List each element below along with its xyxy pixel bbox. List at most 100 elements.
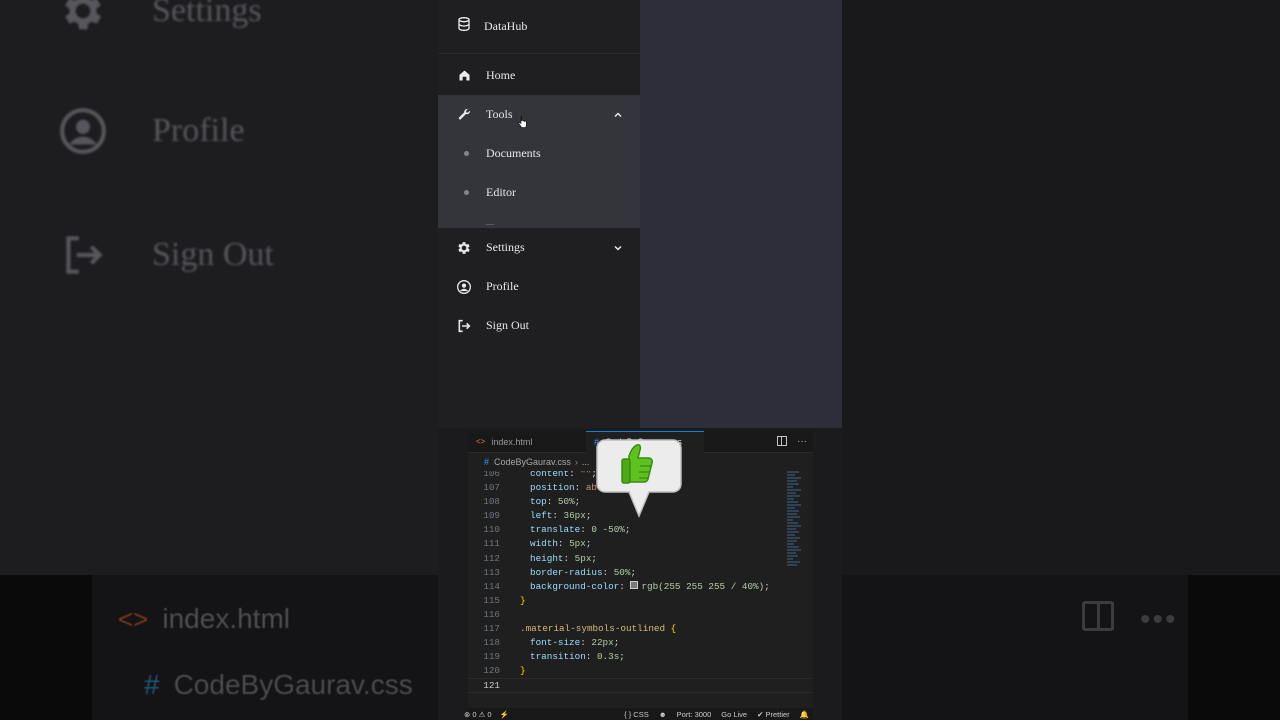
minimap[interactable] — [787, 471, 807, 571]
problems-status[interactable]: ⊗ 0 ⚠ 0 — [464, 710, 492, 719]
css-property: height — [530, 552, 564, 564]
chevron-up-icon[interactable] — [612, 108, 624, 120]
breadcrumb-more[interactable]: ... — [582, 457, 590, 467]
line-number: 106 — [483, 471, 500, 479]
line-number: 119 — [483, 651, 500, 663]
css-value: 0.3s — [596, 651, 620, 663]
line-number: 107 — [483, 482, 500, 494]
code-line: 120} — [468, 664, 813, 678]
more-icon: ••• — [1140, 603, 1178, 636]
status-right: { } CSS ☻ Port: 3000 Go Live ✔ Prettier … — [624, 710, 813, 719]
submenu-clipped-glyph: — — [486, 219, 494, 228]
breadcrumb-file[interactable]: CodeByGaurav.css — [494, 457, 571, 467]
code-line-current: 121 — [468, 678, 813, 693]
account-circle-icon — [456, 279, 472, 295]
line-number: 117 — [483, 623, 500, 635]
sidebar-item-label: Profile — [486, 279, 519, 293]
more-actions-icon[interactable]: ··· — [797, 436, 807, 447]
submenu-item-documents[interactable]: Documents — [438, 134, 640, 173]
color-swatch[interactable] — [630, 581, 639, 590]
css-property: font-size — [530, 637, 581, 649]
wrench-icon — [456, 107, 472, 123]
tools-submenu: Documents Editor — — [438, 134, 640, 228]
copilot-icon[interactable]: ☻ — [659, 710, 667, 719]
css-value: rgb(255 255 255 / 40%) — [641, 580, 765, 592]
css-selector: .material-symbols-outlined — [520, 623, 666, 635]
code-line: 117 .material-symbols-outlined { — [468, 622, 813, 636]
sidebar-item-settings[interactable]: Settings — [438, 228, 640, 267]
sidebar-brand[interactable]: DataHub — [438, 0, 640, 54]
line-number: 112 — [483, 552, 500, 564]
notifications-icon[interactable]: 🔔 — [800, 710, 809, 719]
sidebar-item-home[interactable]: Home — [438, 56, 640, 95]
gear-icon — [58, 0, 108, 36]
background-item-label: Settings — [152, 0, 262, 29]
sidebar-item-label: Sign Out — [486, 318, 530, 332]
css-property: content — [530, 471, 570, 479]
go-live-button[interactable]: Go Live — [721, 710, 747, 719]
code-line: 115} — [468, 594, 813, 608]
html-tag-icon: <> — [476, 437, 486, 446]
submenu-item-label: Editor — [486, 185, 516, 199]
chevron-down-icon[interactable] — [612, 241, 624, 253]
line-number: 116 — [483, 608, 500, 620]
prettier-status[interactable]: ✔ Prettier — [757, 710, 790, 719]
sidebar-item-label: Tools — [486, 107, 513, 121]
sidebar-item-signout[interactable]: Sign Out — [438, 306, 640, 345]
line-number: 111 — [483, 538, 500, 550]
css-property: background-color — [530, 580, 620, 592]
language-status[interactable]: { } CSS — [624, 710, 649, 719]
line-number: 109 — [483, 510, 500, 522]
editor-actions: ··· — [777, 436, 807, 447]
code-line: 114 background-color: rgb(255 255 255 / 4… — [468, 580, 813, 594]
line-number: 114 — [483, 580, 500, 592]
css-value: 36px — [563, 510, 586, 522]
opening-brace: { — [670, 623, 677, 635]
brand-name: DataHub — [484, 19, 528, 33]
logout-icon — [456, 318, 472, 334]
css-value: 5px — [569, 538, 586, 550]
bullet-dot — [464, 151, 469, 156]
sidebar-item-profile[interactable]: Profile — [438, 267, 640, 306]
code-line: 119 transition: 0.3s; — [468, 650, 813, 664]
background-item-label: Sign Out — [152, 236, 274, 273]
browser-preview: DataHub Home Tools Documents Editor — Se… — [438, 0, 842, 428]
split-editor-icon[interactable] — [777, 436, 787, 446]
background-item-signout: Sign Out — [58, 230, 274, 280]
background-item-profile: Profile — [58, 106, 245, 156]
database-icon — [456, 16, 472, 37]
html-tag-icon: <> — [118, 603, 149, 634]
submenu-item-editor[interactable]: Editor — [438, 173, 640, 212]
line-number: 118 — [483, 637, 500, 649]
code-line: 110 translate: 0 -50%; — [468, 523, 813, 537]
css-value: 0 -50% — [591, 524, 625, 536]
css-property: border-radius — [530, 566, 603, 578]
code-line: 111 width: 5px; — [468, 537, 813, 551]
tab-index-html[interactable]: <> index.html — [468, 431, 586, 453]
tutorial-video-frame: DataHub Home Tools Documents Editor — Se… — [438, 0, 842, 720]
split-editor-icon — [1082, 601, 1114, 631]
css-property: width — [530, 538, 558, 550]
background-item-label: Profile — [152, 112, 245, 149]
submenu-item-label: Documents — [486, 146, 541, 160]
code-line: 118 font-size: 22px; — [468, 636, 813, 650]
line-number: 108 — [483, 496, 500, 508]
css-hash-icon: # — [144, 669, 160, 700]
gear-icon — [456, 240, 472, 256]
css-property: translate — [530, 524, 581, 536]
css-value: 50% — [613, 566, 631, 578]
css-property: left — [530, 510, 553, 522]
account-circle-icon — [58, 106, 108, 156]
background-content — [842, 0, 1280, 575]
code-line: 112 height: 5px; — [468, 552, 813, 566]
sidebar-item-tools[interactable]: Tools — [438, 95, 640, 134]
code-line: 113 border-radius: 50%; — [468, 566, 813, 580]
background-item-settings: Settings — [58, 0, 262, 36]
port-status[interactable]: Port: 3000 — [677, 710, 712, 719]
css-property: transition — [530, 651, 586, 663]
sync-icon[interactable]: ⚡ — [500, 710, 509, 719]
line-number: 115 — [483, 594, 500, 606]
sidebar: DataHub Home Tools Documents Editor — Se… — [438, 0, 640, 428]
line-number: 113 — [483, 566, 500, 578]
css-value: 5px — [574, 552, 592, 564]
